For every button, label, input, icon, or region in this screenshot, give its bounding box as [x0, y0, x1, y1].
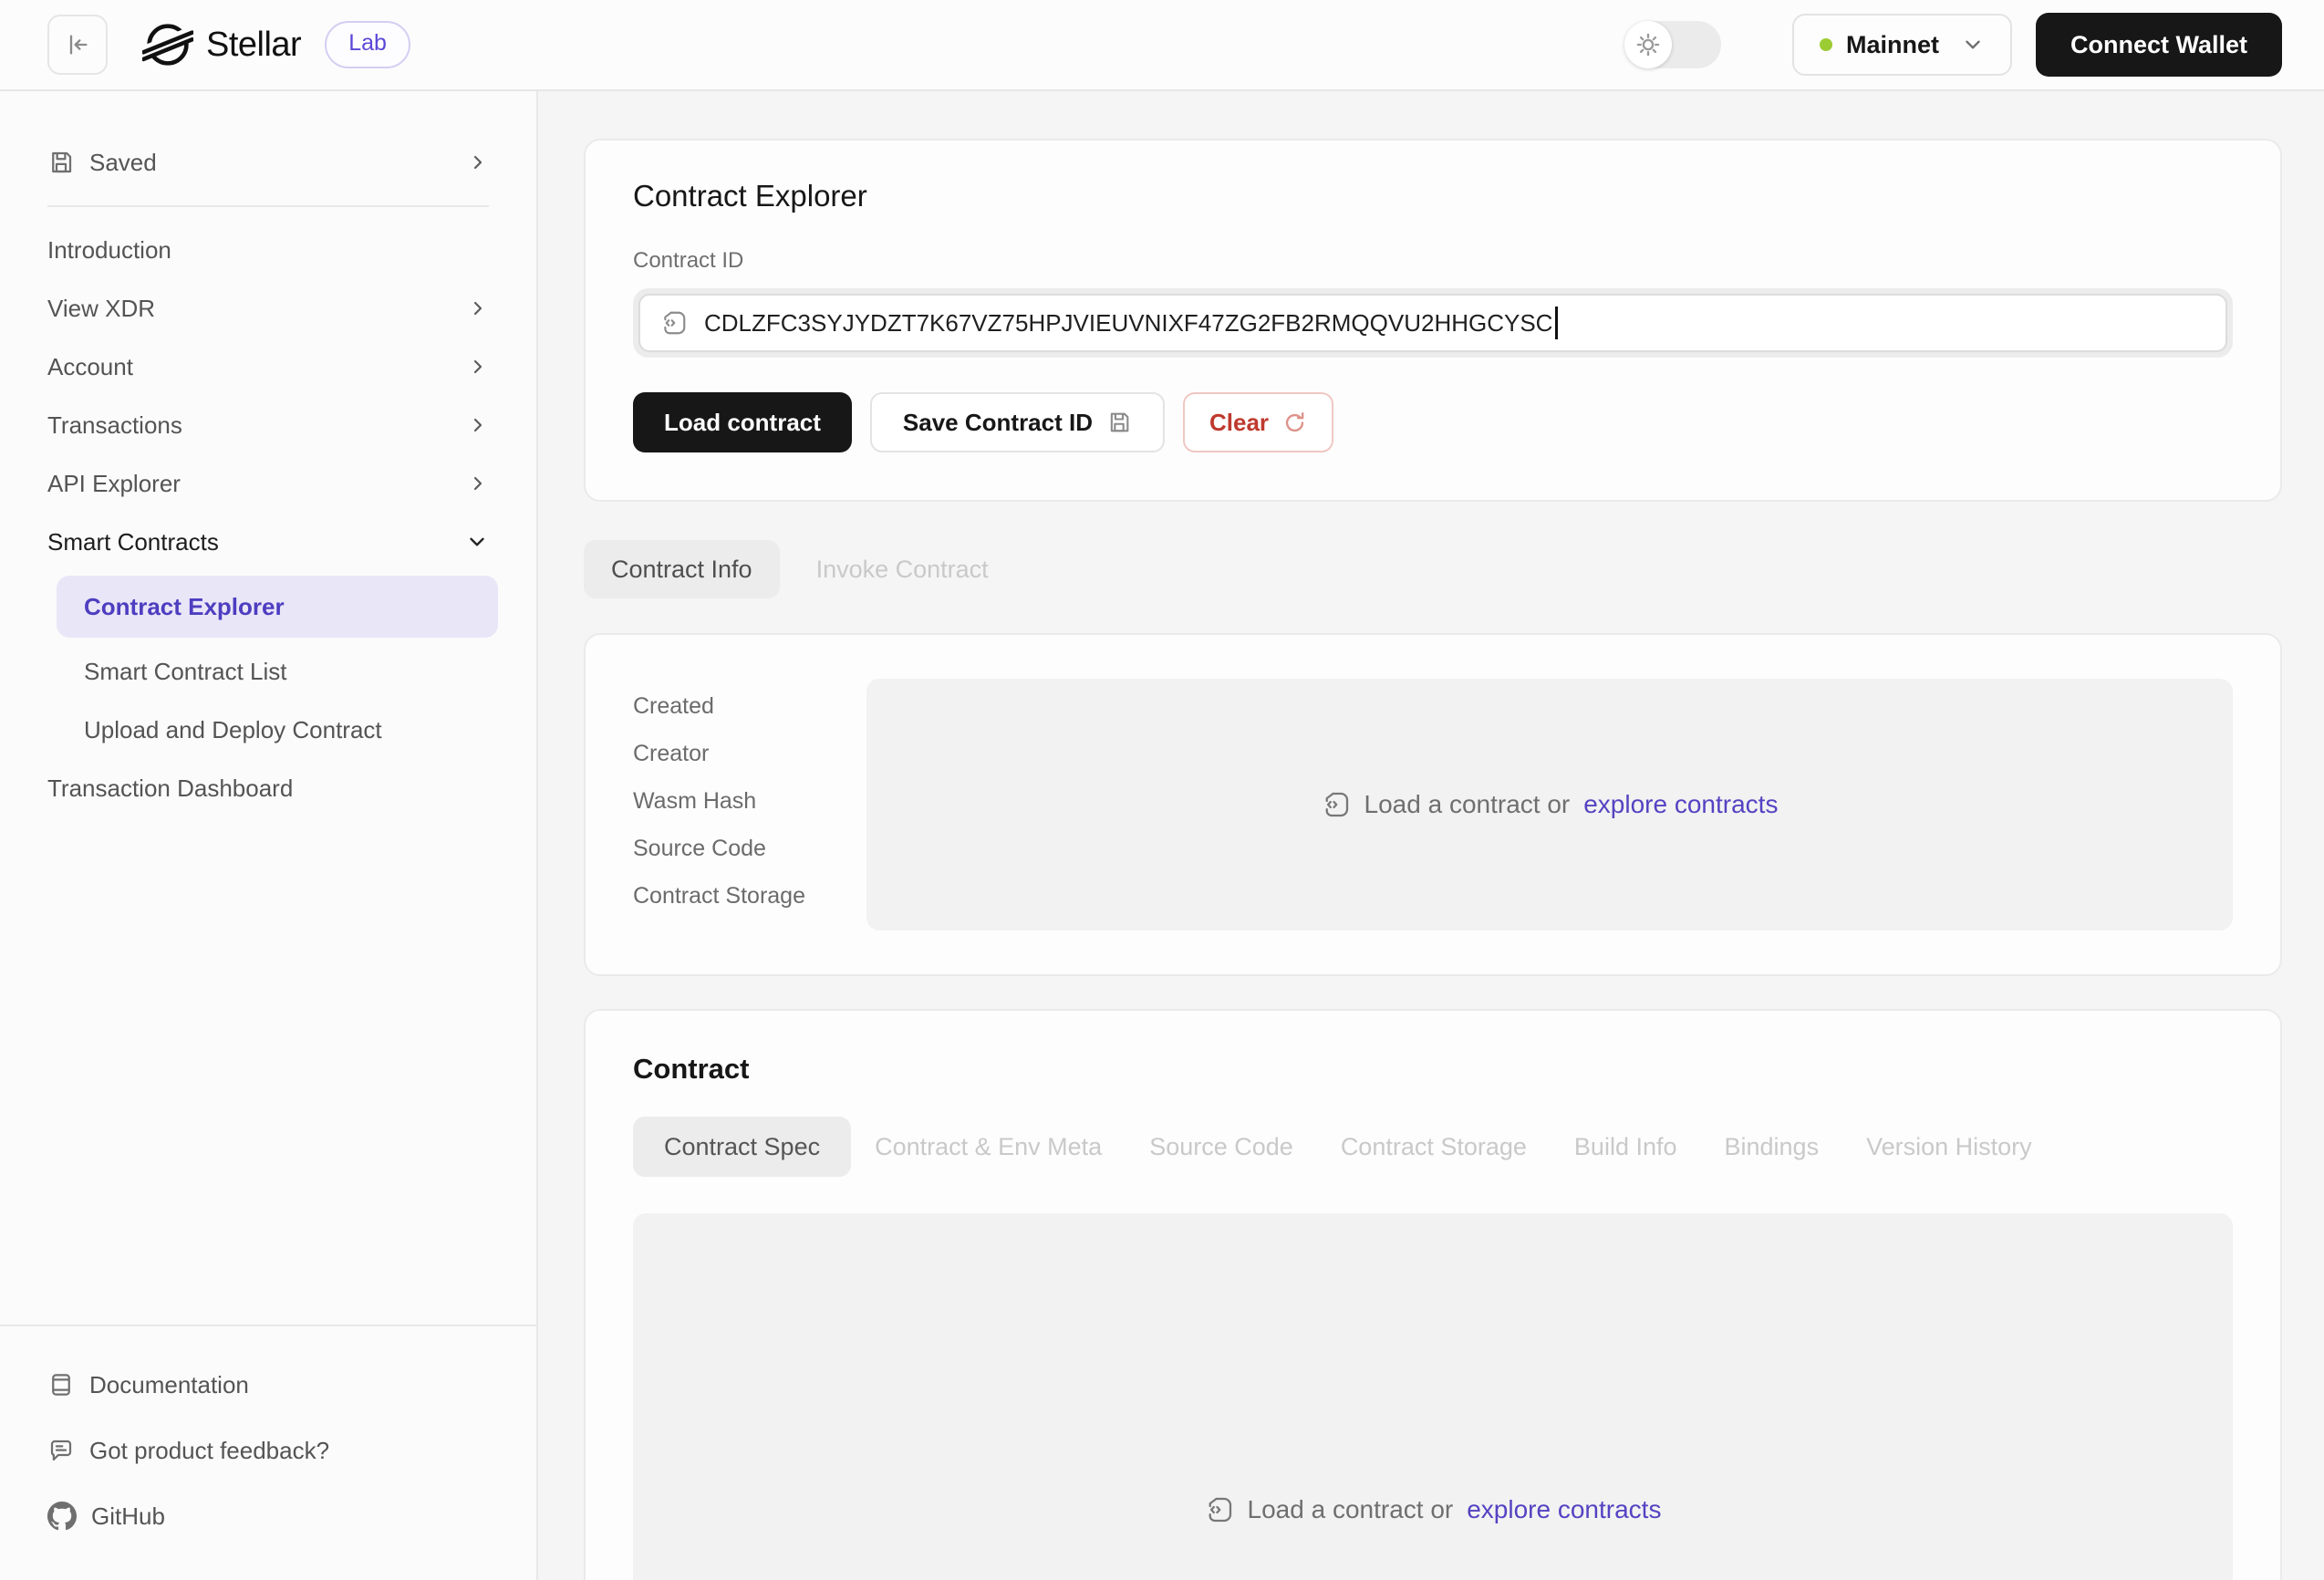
chevron-right-icon [467, 297, 489, 319]
sidebar-item-label: Documentation [89, 1371, 249, 1399]
sidebar-item-label: Smart Contract List [84, 658, 287, 686]
sidebar-item-saved[interactable]: Saved [0, 133, 536, 192]
stellar-logo[interactable]: Stellar [142, 19, 301, 70]
sidebar-item-api-explorer[interactable]: API Explorer [0, 454, 536, 513]
sidebar-item-label: Upload and Deploy Contract [84, 716, 382, 744]
label-wasm-hash: Wasm Hash [633, 788, 866, 836]
chevron-right-icon [467, 414, 489, 436]
network-status-dot [1820, 38, 1832, 51]
sidebar: Saved Introduction View XDR Account Tran… [0, 91, 538, 1580]
tab-contract-spec[interactable]: Contract Spec [633, 1117, 851, 1177]
tab-contract-info[interactable]: Contract Info [584, 540, 780, 598]
page-title: Contract Explorer [633, 179, 2233, 213]
save-icon [47, 149, 75, 176]
sidebar-item-github[interactable]: GitHub [0, 1483, 536, 1549]
chevron-right-icon [467, 151, 489, 173]
chevron-down-icon [1961, 33, 1985, 57]
lab-badge: Lab [325, 21, 410, 68]
contract-id-label: Contract ID [633, 248, 2233, 274]
sidebar-item-label: Saved [89, 149, 157, 177]
tab-build-info[interactable]: Build Info [1551, 1117, 1701, 1177]
contract-id-input[interactable]: CDLZFC3SYJYDZT7K67VZ75HPJVIEUVNIXF47ZG2F… [638, 294, 2227, 352]
contract-icon [1322, 790, 1351, 819]
sidebar-item-view-xdr[interactable]: View XDR [0, 279, 536, 338]
sidebar-item-documentation[interactable]: Documentation [0, 1352, 536, 1418]
sidebar-divider [47, 205, 489, 207]
tab-invoke-contract[interactable]: Invoke Contract [789, 540, 1016, 598]
sidebar-item-label: Got product feedback? [89, 1437, 329, 1465]
contract-info-labels: Created Creator Wasm Hash Source Code Co… [633, 679, 866, 930]
sun-icon [1635, 32, 1661, 57]
theme-toggle[interactable] [1624, 21, 1721, 68]
contract-info-card: Created Creator Wasm Hash Source Code Co… [584, 633, 2282, 976]
sidebar-footer: Documentation Got product feedback? GitH… [0, 1325, 536, 1580]
stellar-logo-icon [142, 19, 193, 70]
label-creator: Creator [633, 741, 866, 788]
tab-version-history[interactable]: Version History [1842, 1117, 2056, 1177]
tab-contract-env-meta[interactable]: Contract & Env Meta [851, 1117, 1126, 1177]
sidebar-item-label: Introduction [47, 236, 171, 265]
sidebar-item-label: Transaction Dashboard [47, 774, 293, 803]
clear-button[interactable]: Clear [1183, 392, 1333, 452]
sidebar-item-transaction-dashboard[interactable]: Transaction Dashboard [0, 759, 536, 817]
save-contract-id-button[interactable]: Save Contract ID [870, 392, 1165, 452]
explore-contracts-link[interactable]: explore contracts [1583, 790, 1778, 819]
text-cursor [1555, 307, 1558, 339]
main-content: Contract Explorer Contract ID CDLZFC3SYJ… [538, 91, 2324, 1580]
contract-icon [660, 309, 688, 337]
collapse-icon [65, 32, 90, 57]
refresh-icon [1282, 411, 1307, 435]
empty-state-text: Load a contract or [1364, 790, 1571, 819]
sidebar-item-label: GitHub [91, 1502, 165, 1531]
contract-icon [1205, 1495, 1234, 1524]
contract-info-empty-state: Load a contract or explore contracts [866, 679, 2233, 930]
contract-tabs: Contract Info Invoke Contract [584, 540, 2282, 598]
connect-wallet-button[interactable]: Connect Wallet [2036, 13, 2282, 77]
feedback-bubble-icon [47, 1437, 75, 1464]
label-contract-storage: Contract Storage [633, 883, 866, 930]
sidebar-item-label: API Explorer [47, 470, 181, 498]
collapse-sidebar-button[interactable] [47, 15, 108, 75]
sidebar-item-feedback[interactable]: Got product feedback? [0, 1418, 536, 1483]
sidebar-item-account[interactable]: Account [0, 338, 536, 396]
sidebar-item-smart-contract-list[interactable]: Smart Contract List [0, 642, 536, 701]
contract-card: Contract Contract Spec Contract & Env Me… [584, 1009, 2282, 1580]
chevron-right-icon [467, 356, 489, 378]
contract-explorer-card: Contract Explorer Contract ID CDLZFC3SYJ… [584, 139, 2282, 502]
sidebar-item-label: Smart Contracts [47, 528, 219, 556]
network-selector[interactable]: Mainnet [1792, 14, 2012, 76]
contract-detail-tabs: Contract Spec Contract & Env Meta Source… [633, 1117, 2233, 1177]
label-source-code: Source Code [633, 836, 866, 883]
sidebar-item-upload-deploy-contract[interactable]: Upload and Deploy Contract [0, 701, 536, 759]
save-icon [1106, 410, 1132, 435]
sidebar-item-label: View XDR [47, 295, 155, 323]
save-contract-id-label: Save Contract ID [903, 409, 1093, 437]
clear-label: Clear [1209, 409, 1269, 437]
github-icon [47, 1502, 77, 1531]
contract-id-value: CDLZFC3SYJYDZT7K67VZ75HPJVIEUVNIXF47ZG2F… [704, 309, 1552, 338]
sidebar-item-label: Contract Explorer [84, 593, 285, 621]
book-icon [47, 1371, 75, 1398]
app-header: Stellar Lab Mainnet Connect [0, 0, 2324, 91]
contract-card-title: Contract [633, 1053, 2233, 1086]
empty-state-text: Load a contract or [1248, 1495, 1454, 1524]
contract-id-input-ring: CDLZFC3SYJYDZT7K67VZ75HPJVIEUVNIXF47ZG2F… [633, 288, 2233, 358]
label-created: Created [633, 693, 866, 741]
brand-name: Stellar [206, 26, 301, 65]
network-label: Mainnet [1846, 31, 1939, 59]
tab-source-code[interactable]: Source Code [1126, 1117, 1317, 1177]
chevron-right-icon [467, 473, 489, 494]
explore-contracts-link[interactable]: explore contracts [1467, 1495, 1661, 1524]
sidebar-item-label: Account [47, 353, 133, 381]
tab-bindings[interactable]: Bindings [1701, 1117, 1843, 1177]
sidebar-item-smart-contracts[interactable]: Smart Contracts [0, 513, 536, 571]
sidebar-item-label: Transactions [47, 411, 182, 440]
chevron-down-icon [465, 530, 489, 554]
load-contract-button[interactable]: Load contract [633, 392, 852, 452]
tab-contract-storage[interactable]: Contract Storage [1317, 1117, 1551, 1177]
contract-empty-state: Load a contract or explore contracts [633, 1213, 2233, 1580]
sidebar-item-introduction[interactable]: Introduction [0, 221, 536, 279]
sidebar-item-contract-explorer[interactable]: Contract Explorer [57, 576, 498, 638]
sidebar-item-transactions[interactable]: Transactions [0, 396, 536, 454]
